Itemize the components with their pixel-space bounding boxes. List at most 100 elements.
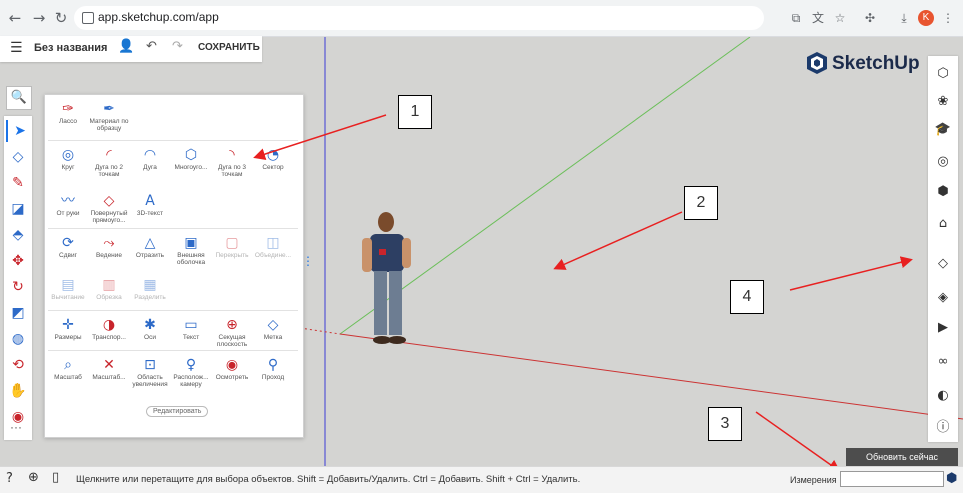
tool-offset[interactable]: ⟳ Сдвиг [46, 234, 90, 259]
tool-union[interactable]: ◫ Объедине... [251, 234, 295, 259]
tool-label: Ведение [95, 252, 123, 259]
polygon-icon: ⬡ [184, 147, 198, 163]
tool-label: Текст [182, 334, 200, 341]
tool-section-plane[interactable]: ⊕ Секущая плоскость [210, 316, 254, 348]
panel-separator [48, 310, 298, 311]
document-title[interactable]: Без названия [34, 42, 107, 54]
tool-arc-3pt[interactable]: ◝ Дуга по 3 точкам [210, 146, 254, 178]
tool-split[interactable]: ▦ Разделить [128, 276, 172, 301]
panel-resize-handle[interactable]: ⋮ [302, 254, 314, 268]
tool-zoom-extents[interactable]: ✕ Масштаб... [87, 356, 131, 381]
paint-bucket-icon[interactable]: ◍ [6, 328, 30, 350]
translate-icon[interactable]: 文 [810, 10, 826, 26]
instructor-icon[interactable]: 🎓 [933, 120, 953, 140]
scenes-icon[interactable]: ▶ [933, 318, 953, 338]
tool-arc-2pt[interactable]: ◜ Дуга по 2 точкам [87, 146, 131, 178]
profile-avatar[interactable]: K [918, 10, 934, 26]
select-tool-icon[interactable]: ➤ [6, 120, 32, 142]
pan-tool-icon[interactable]: ✋ [6, 380, 30, 402]
tool-dimensions[interactable]: ✛ Размеры [46, 316, 90, 341]
solid-inspector-icon[interactable]: ⌂ [933, 214, 953, 234]
edit-toolbar-button[interactable]: Редактировать [146, 406, 209, 417]
kebab-menu-icon[interactable]: ⋮ [940, 10, 956, 26]
eraser-panel-icon[interactable]: ◈ [933, 288, 953, 308]
tool-intersect[interactable]: ▢ Перекрыть [210, 234, 254, 259]
protractor-icon: ◑ [102, 317, 116, 333]
tool-follow-me[interactable]: ⤳ Ведение [87, 234, 131, 259]
status-bar: ? ⊕ ▯ Щелкните или перетащите для выбора… [0, 466, 963, 493]
tool-trim[interactable]: ▥ Обрезка [87, 276, 131, 301]
measurements-input[interactable] [840, 471, 944, 487]
undo-icon[interactable]: ↶ [146, 39, 157, 54]
tool-label: Располож... камеру [173, 374, 209, 388]
tool-freehand[interactable]: 〰 От руки [46, 192, 90, 217]
eraser-tool-icon[interactable]: ◇ [6, 146, 30, 168]
tool-label: Материал по образцу [89, 118, 129, 132]
tool-subtract[interactable]: ▤ Вычитание [46, 276, 90, 301]
panel-separator [48, 350, 298, 351]
help-icon[interactable]: ? [6, 471, 13, 486]
tool-label: Размеры [54, 334, 82, 341]
site-info-icon[interactable] [82, 12, 94, 24]
arc-2pt-icon: ◜ [106, 147, 112, 163]
tool-3d-text[interactable]: A 3D-текст [128, 192, 172, 217]
entity-info-icon[interactable]: ⬡ [933, 64, 953, 84]
back-icon[interactable]: ← [6, 9, 24, 27]
tool-walk[interactable]: ⚲ Проход [251, 356, 295, 381]
styles-icon[interactable]: ⬢ [933, 182, 953, 202]
display-icon[interactable]: ∞ [933, 352, 953, 372]
tool-position-camera[interactable]: ♀ Располож... камеру [169, 356, 213, 388]
more-tools-icon[interactable]: ··· [10, 420, 22, 434]
rotate-tool-icon[interactable]: ↻ [6, 276, 30, 298]
flip-icon: △ [144, 235, 156, 251]
tool-circle[interactable]: ◎ Круг [46, 146, 90, 171]
globe-icon[interactable]: ⊕ [28, 470, 39, 485]
tool-text[interactable]: ▭ Текст [169, 316, 213, 341]
star-icon[interactable]: ☆ [832, 10, 848, 26]
tool-label: Повернутый прямоуго... [90, 210, 128, 224]
right-toolbar: ⬡ ❀ 🎓 ◎ ⬢ ⌂ ◇ ◈ ▶ ∞ ◐ ⓘ [928, 56, 958, 442]
tool-protractor[interactable]: ◑ Транспор... [87, 316, 131, 341]
tool-look-around[interactable]: ◉ Осмотреть [210, 356, 254, 381]
extensions-icon[interactable]: ✣ [862, 10, 878, 26]
cast-icon[interactable]: ⧉ [788, 10, 804, 26]
annotation-label-2: 2 [684, 186, 718, 220]
tool-axes[interactable]: ✱ Оси [128, 316, 172, 341]
forward-icon[interactable]: → [30, 9, 48, 27]
tool-rotated-rect[interactable]: ◇ Повернутый прямоуго... [87, 192, 131, 224]
tool-label: Масштаб... [92, 374, 126, 381]
move-tool-icon[interactable]: ✥ [6, 250, 30, 272]
tags-icon[interactable]: ◇ [933, 254, 953, 274]
hamburger-menu-icon[interactable]: ☰ [10, 40, 23, 56]
rectangle-tool-icon[interactable]: ◪ [6, 198, 30, 220]
share-user-icon[interactable]: 👤 [118, 39, 134, 54]
tool-arc[interactable]: ◠ Дуга [128, 146, 172, 171]
redo-icon[interactable]: ↷ [172, 39, 183, 54]
tool-zoom[interactable]: ⌕ Масштаб [46, 356, 90, 381]
tool-tag[interactable]: ◇ Метка [251, 316, 295, 341]
pencil-tool-icon[interactable]: ✎ [6, 172, 30, 194]
download-icon[interactable]: ⤓ [896, 10, 912, 26]
tool-eyedropper[interactable]: ✒ Материал по образцу [87, 100, 131, 132]
save-button[interactable]: СОХРАНИТЬ [198, 42, 260, 53]
shadows-icon[interactable]: ◐ [933, 386, 953, 406]
reload-icon[interactable]: ↻ [52, 9, 70, 27]
orbit-tool-icon[interactable]: ⟲ [6, 354, 30, 376]
sketchup-status-icon[interactable]: ⬢ [946, 471, 957, 486]
tool-polygon[interactable]: ⬡ Многоуго... [169, 146, 213, 171]
scale-tool-icon[interactable]: ◩ [6, 302, 30, 324]
materials-icon[interactable]: ◎ [933, 152, 953, 172]
tool-lasso[interactable]: ✑ Лассо [46, 100, 90, 125]
components-icon[interactable]: ❀ [933, 92, 953, 112]
tool-outer-shell[interactable]: ▣ Внешняя оболочка [169, 234, 213, 266]
push-pull-tool-icon[interactable]: ⬘ [6, 224, 30, 246]
tool-flip[interactable]: △ Отразить [128, 234, 172, 259]
walk-icon: ⚲ [267, 357, 279, 373]
info-icon[interactable]: ⓘ [933, 418, 953, 438]
tool-zoom-window[interactable]: ⊡ Область увеличения [128, 356, 172, 388]
tool-label: Лассо [58, 118, 78, 125]
update-now-button[interactable]: Обновить сейчас [846, 448, 958, 466]
subtract-icon: ▤ [61, 277, 75, 293]
search-icon[interactable]: 🔍 [6, 86, 32, 110]
tool-pie[interactable]: ◔ Сектор [251, 146, 295, 171]
